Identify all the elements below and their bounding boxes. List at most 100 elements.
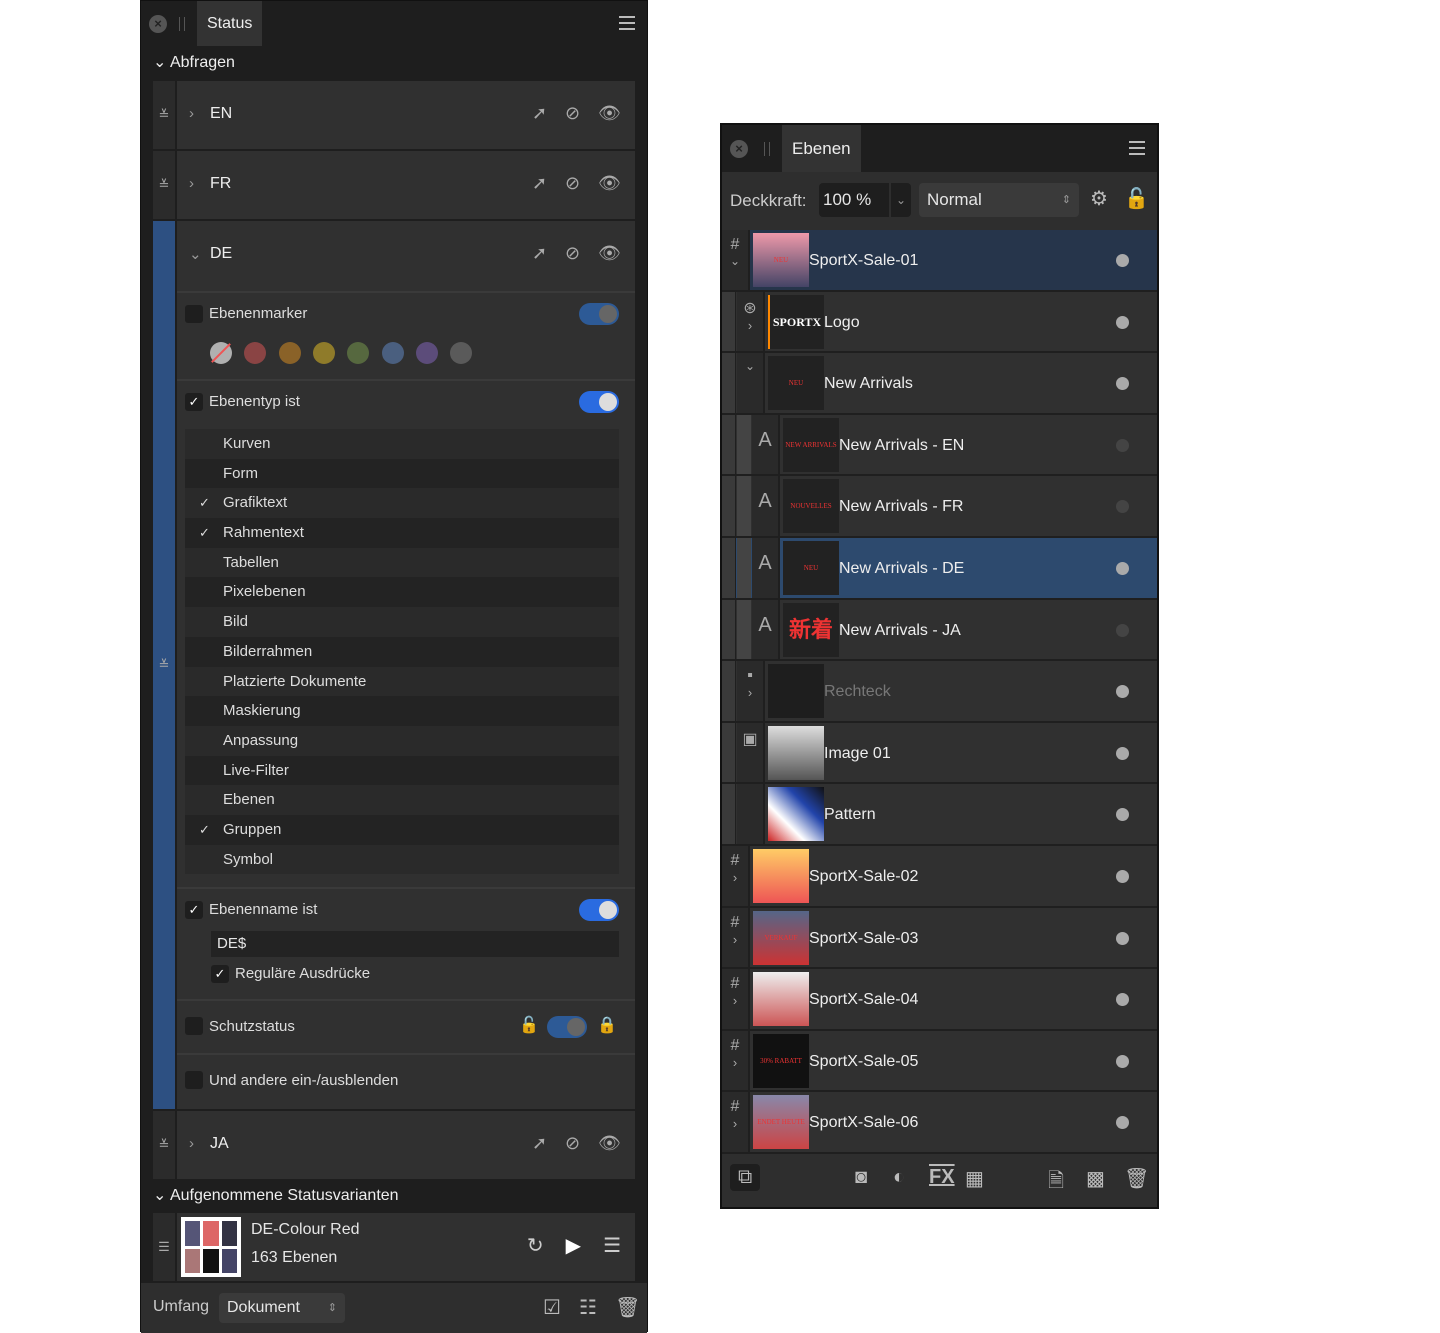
color-swatch[interactable] xyxy=(381,342,404,364)
mask-icon[interactable]: ◙ xyxy=(855,1166,867,1189)
live-filter-icon[interactable]: ▦ xyxy=(965,1166,984,1191)
toggle-switch[interactable] xyxy=(579,899,619,921)
text-icon[interactable]: A xyxy=(752,414,780,475)
hide-icon[interactable]: ⊘ xyxy=(565,243,580,264)
checkbox[interactable]: ✓ xyxy=(185,901,203,919)
type-item[interactable]: Bilderrahmen xyxy=(185,636,619,667)
checkbox[interactable]: ✓ xyxy=(185,393,203,411)
check-list-icon[interactable]: ☑ xyxy=(543,1295,561,1320)
shapes-icon[interactable]: ▪ › xyxy=(737,661,765,721)
trash-icon[interactable]: 🗑 xyxy=(615,1295,640,1320)
layer-row[interactable]: A NEU EINGETROFFEN New Arrivals - DE xyxy=(722,538,1157,600)
type-item[interactable]: ✓ Gruppen xyxy=(185,814,619,845)
trash-icon[interactable]: 🗑 xyxy=(1124,1166,1149,1191)
type-item[interactable]: Platzierte Dokumente xyxy=(185,666,619,697)
checkbox[interactable]: ✓ xyxy=(211,965,229,983)
list-icon[interactable]: ☷ xyxy=(579,1295,597,1320)
checkbox[interactable] xyxy=(185,1017,203,1035)
layer-row[interactable]: ⊛ › SPORTX Logo xyxy=(722,291,1157,354)
layer-row[interactable]: ⌄ NEU EINGETROFFEN New Arrivals xyxy=(722,353,1157,415)
artboard-icon[interactable]: # › xyxy=(722,1030,750,1091)
chevron-right-icon[interactable]: › xyxy=(189,105,194,122)
checkbox[interactable] xyxy=(185,1071,203,1089)
visibility-dot-icon[interactable] xyxy=(1116,623,1129,637)
text-icon[interactable]: A xyxy=(752,476,780,536)
select-add-icon[interactable]: ➚ xyxy=(532,173,547,194)
panel-menu-icon[interactable] xyxy=(619,16,635,30)
layer-row[interactable]: ▣ Image 01 xyxy=(722,722,1157,785)
fx-icon[interactable]: FX xyxy=(929,1166,955,1189)
color-swatch[interactable] xyxy=(244,342,267,364)
visibility-dot-icon[interactable] xyxy=(1116,438,1129,452)
hide-icon[interactable]: ⊘ xyxy=(565,173,580,194)
play-icon[interactable]: ▶ xyxy=(566,1233,581,1258)
type-item[interactable]: Bild xyxy=(185,607,619,637)
drag-handle[interactable] xyxy=(764,142,770,156)
type-item[interactable]: Live-Filter xyxy=(185,755,619,786)
hide-icon[interactable]: ⊘ xyxy=(565,1133,580,1154)
select-add-icon[interactable]: ➚ xyxy=(532,1133,547,1154)
layer-row[interactable]: #⌄ NEU EINGETROFFEN SportX-Sale-01 xyxy=(722,230,1157,292)
color-swatch[interactable] xyxy=(347,342,370,364)
type-item[interactable]: Pixelebenen xyxy=(185,577,619,608)
eye-icon[interactable]: 👁 xyxy=(598,173,621,194)
scope-select[interactable]: Dokument ⇕ xyxy=(219,1293,345,1323)
visibility-dot-icon[interactable] xyxy=(1116,377,1129,391)
opacity-input[interactable]: 100 % ⌄ xyxy=(819,183,911,217)
type-item[interactable]: Form xyxy=(185,458,619,489)
artboard-icon[interactable]: # › xyxy=(722,969,750,1029)
type-item[interactable]: ✓ Rahmentext xyxy=(185,518,619,548)
query-row-ja[interactable]: ≚ › JA ➚ ⊘ 👁 xyxy=(153,1111,635,1179)
artboard-icon[interactable]: # › xyxy=(722,846,750,906)
visibility-dot-icon[interactable] xyxy=(1116,993,1129,1007)
layer-row[interactable]: Pattern xyxy=(722,784,1157,846)
layer-row[interactable]: # › SportX-Sale-02 xyxy=(722,846,1157,908)
eye-icon[interactable]: 👁 xyxy=(598,243,621,264)
toggle-switch[interactable] xyxy=(579,303,619,325)
apply-query-icon[interactable]: ≚ xyxy=(153,81,177,149)
type-item[interactable]: Anpassung xyxy=(185,725,619,756)
image-icon[interactable]: ▣ xyxy=(737,722,765,783)
layer-row[interactable]: A 新着 New Arrivals - JA xyxy=(722,599,1157,662)
color-swatch[interactable] xyxy=(415,342,438,364)
type-item[interactable]: Kurven xyxy=(185,429,619,459)
query-row-fr[interactable]: ≚ › FR ➚ ⊘ 👁 xyxy=(153,151,635,219)
visibility-dot-icon[interactable] xyxy=(1116,931,1129,945)
select-add-icon[interactable]: ➚ xyxy=(532,103,547,124)
layer-row[interactable]: A NOUVELLES ARRIVÉES New Arrivals - FR xyxy=(722,476,1157,538)
blend-mode-select[interactable]: Normal ⇕ xyxy=(919,183,1079,217)
layer-row[interactable]: A NEW ARRIVALS New Arrivals - EN xyxy=(722,414,1157,477)
eye-icon[interactable]: 👁 xyxy=(598,1133,621,1154)
visibility-dot-icon[interactable] xyxy=(1116,1054,1129,1068)
artboard-icon[interactable]: # › xyxy=(722,1092,750,1152)
color-swatch[interactable] xyxy=(278,342,301,364)
query-row-de[interactable]: ≚ ⌄ DE ➚ ⊘ 👁 Ebenenmarker ✓ Ebenentyp ist Kurve… xyxy=(153,221,635,1109)
text-icon[interactable]: A xyxy=(752,538,780,598)
select-add-icon[interactable]: ➚ xyxy=(532,243,547,264)
refresh-icon[interactable]: ↻ xyxy=(527,1233,544,1258)
panel-menu-icon[interactable] xyxy=(1129,141,1145,155)
query-row-en[interactable]: ≚ › EN ➚ ⊘ 👁 xyxy=(153,81,635,149)
checkbox[interactable] xyxy=(185,305,203,323)
chevron-down-icon[interactable]: ⌄ xyxy=(189,245,202,263)
hide-icon[interactable]: ⊘ xyxy=(565,103,580,124)
apply-query-icon[interactable]: ≚ xyxy=(153,1111,177,1179)
artboard-icon[interactable]: # ⌄ xyxy=(722,230,750,290)
toggle-switch[interactable] xyxy=(547,1016,587,1038)
toggle-switch[interactable] xyxy=(579,391,619,413)
layer-row[interactable]: # › ENDET HEUTE SportX-Sale-06 xyxy=(722,1092,1157,1154)
visibility-dot-icon[interactable] xyxy=(1116,746,1129,760)
visibility-dot-icon[interactable] xyxy=(1116,254,1129,267)
embed-icon[interactable] xyxy=(737,784,765,844)
no-color-swatch[interactable] xyxy=(210,342,232,364)
eye-icon[interactable]: 👁 xyxy=(598,103,621,124)
layer-row[interactable]: #› VERKAUF ENDET HEUTE SportX-Sale-03 xyxy=(722,907,1157,970)
chevron-right-icon[interactable]: › xyxy=(189,175,194,192)
layer-name-input[interactable]: DE$ xyxy=(211,931,619,957)
lock-icon[interactable]: 🔓 xyxy=(1124,186,1149,211)
layer-row[interactable]: ▪ › Rechteck xyxy=(722,661,1157,723)
adjustment-icon[interactable]: ◐ xyxy=(893,1166,905,1189)
visibility-dot-icon[interactable] xyxy=(1116,870,1129,883)
tab-status[interactable]: Status xyxy=(197,1,263,46)
variant-row[interactable]: ☰ DE-Colour Red 163 Ebenen ↻ ▶ ☰ xyxy=(153,1213,635,1281)
